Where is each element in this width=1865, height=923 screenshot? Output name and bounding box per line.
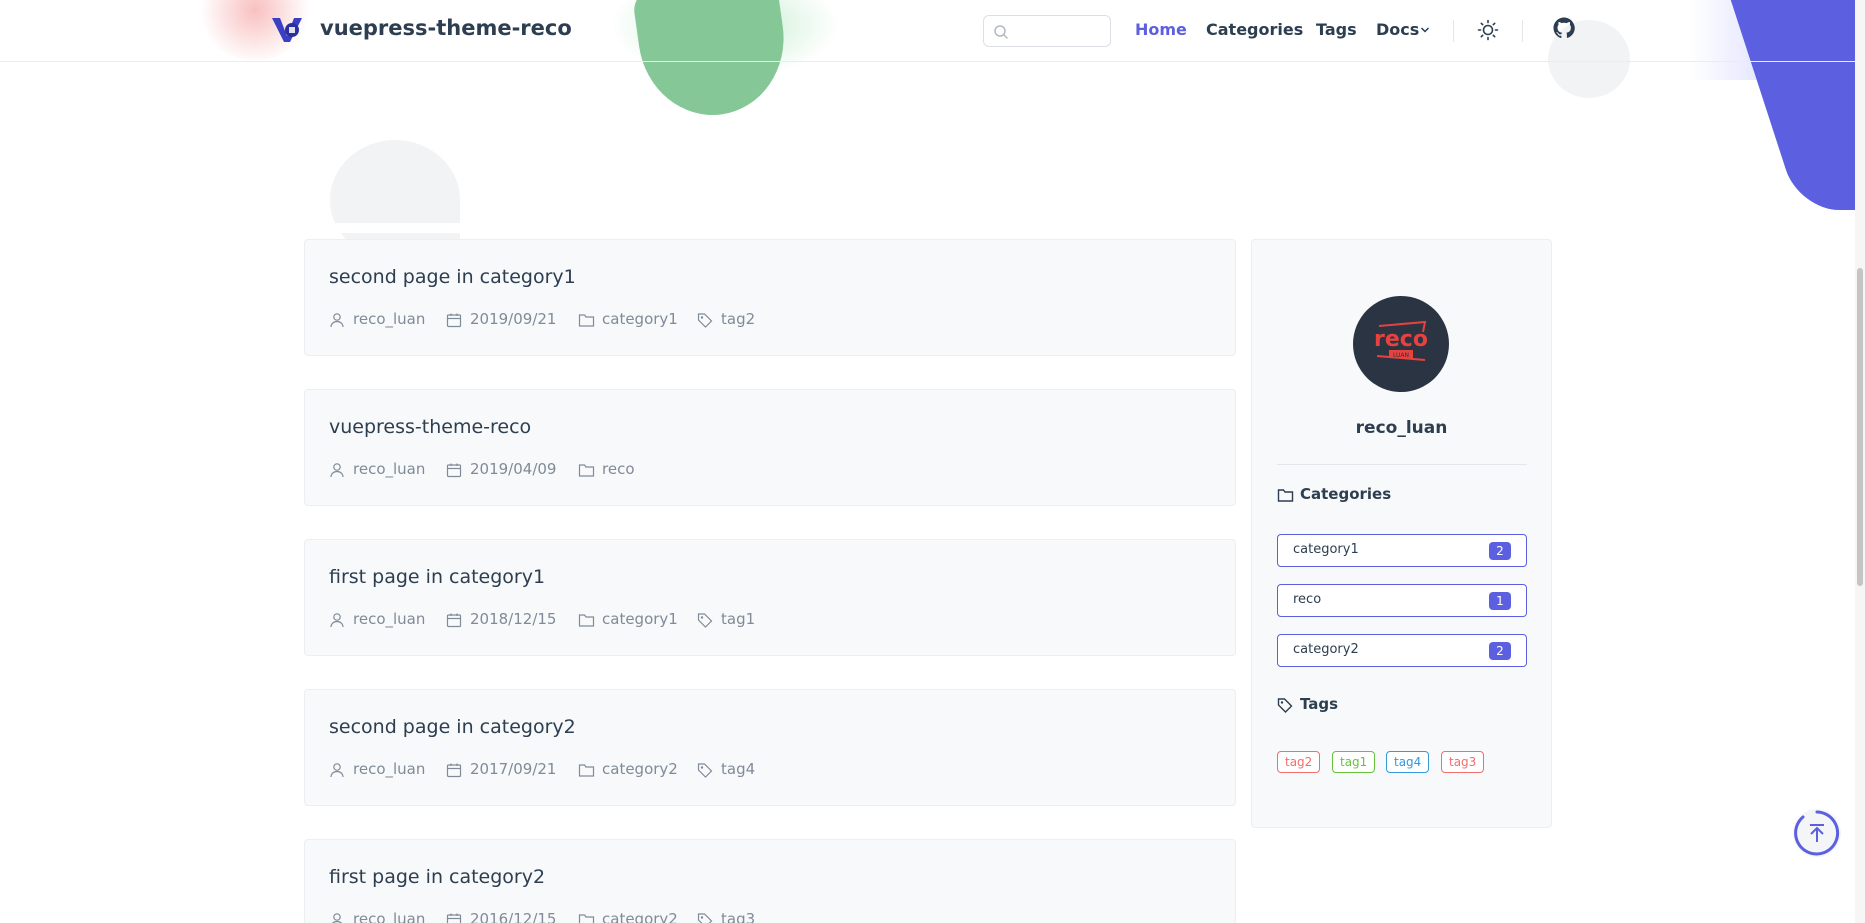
avatar-logo-icon: reco LUAN bbox=[1374, 320, 1428, 361]
nav-categories[interactable]: Categories bbox=[1206, 20, 1303, 39]
category-name: category1 bbox=[1293, 542, 1359, 557]
tag-icon bbox=[697, 913, 713, 923]
tag-chip[interactable]: tag4 bbox=[1386, 751, 1430, 773]
navbar: vuepress-theme-reco Home Categories Tags… bbox=[0, 0, 1865, 62]
folder-icon bbox=[578, 314, 595, 327]
post-tag-label: tag3 bbox=[721, 910, 756, 923]
post-title[interactable]: second page in category1 bbox=[329, 266, 576, 288]
post-category-label: category2 bbox=[602, 760, 678, 778]
search-icon bbox=[994, 25, 1009, 40]
category-name: reco bbox=[1293, 592, 1322, 607]
post-card[interactable]: second page in category2 reco_luan 2017/… bbox=[304, 689, 1236, 806]
tag-icon bbox=[697, 613, 713, 628]
post-tag-label: tag2 bbox=[721, 310, 756, 328]
category-count: 2 bbox=[1489, 542, 1511, 560]
post-category-label: category1 bbox=[602, 310, 678, 328]
logo-icon[interactable] bbox=[270, 14, 304, 44]
author-sidebar: reco LUAN reco_luan Categories category1… bbox=[1251, 239, 1552, 828]
avatar-logo-subtext: LUAN bbox=[1393, 352, 1409, 359]
post-date-label: 2019/09/21 bbox=[470, 310, 557, 328]
tag-icon bbox=[697, 763, 713, 778]
nav-home[interactable]: Home bbox=[1135, 20, 1187, 39]
post-tag-label: tag1 bbox=[721, 610, 756, 628]
post-category-label: reco bbox=[602, 460, 635, 478]
calendar-icon bbox=[446, 613, 462, 628]
categories-heading-label: Categories bbox=[1300, 485, 1392, 503]
tag-chip[interactable]: tag1 bbox=[1332, 751, 1376, 773]
post-card[interactable]: first page in category1 reco_luan 2018/1… bbox=[304, 539, 1236, 656]
nav-docs[interactable]: Docs bbox=[1376, 20, 1419, 39]
user-icon bbox=[330, 763, 344, 778]
post-date-label: 2016/12/15 bbox=[470, 910, 557, 923]
sun-icon[interactable] bbox=[1476, 18, 1500, 42]
back-to-top-button[interactable] bbox=[1793, 809, 1841, 857]
category-item[interactable]: category2 2 bbox=[1277, 634, 1527, 667]
post-author-label: reco_luan bbox=[353, 310, 426, 328]
post-card[interactable]: second page in category1 reco_luan 2019/… bbox=[304, 239, 1236, 356]
post-card[interactable]: vuepress-theme-reco reco_luan 2019/04/09… bbox=[304, 389, 1236, 506]
user-icon bbox=[331, 913, 343, 923]
folder-icon bbox=[578, 914, 595, 923]
site-title[interactable]: vuepress-theme-reco bbox=[320, 16, 572, 40]
post-title[interactable]: first page in category2 bbox=[329, 866, 545, 888]
post-category-label: category1 bbox=[602, 610, 678, 628]
post-category-label: category2 bbox=[602, 910, 678, 923]
calendar-icon bbox=[446, 763, 462, 778]
category-item[interactable]: category1 2 bbox=[1277, 534, 1527, 567]
decor-cutoff bbox=[300, 223, 500, 233]
post-title[interactable]: second page in category2 bbox=[329, 716, 576, 738]
tag-icon bbox=[697, 313, 713, 328]
post-author-label: reco_luan bbox=[353, 910, 426, 923]
chevron-down-icon bbox=[1420, 27, 1430, 33]
avatar: reco LUAN bbox=[1353, 296, 1449, 392]
nav-tags[interactable]: Tags bbox=[1316, 20, 1357, 39]
tag-chip[interactable]: tag2 bbox=[1277, 751, 1321, 773]
post-date-label: 2019/04/09 bbox=[470, 460, 557, 478]
calendar-icon bbox=[446, 313, 462, 328]
post-author-label: reco_luan bbox=[353, 610, 426, 628]
search-box[interactable] bbox=[983, 15, 1111, 47]
search-input[interactable] bbox=[1014, 20, 1106, 42]
tag-chip[interactable]: tag3 bbox=[1441, 751, 1485, 773]
post-author-label: reco_luan bbox=[353, 460, 426, 478]
category-count: 1 bbox=[1489, 592, 1511, 610]
tag-icon bbox=[1277, 698, 1293, 713]
user-icon bbox=[330, 313, 344, 328]
post-date-label: 2018/12/15 bbox=[470, 610, 557, 628]
user-icon bbox=[330, 613, 344, 628]
post-card[interactable]: first page in category2 reco_luan 2016/1… bbox=[304, 839, 1236, 923]
post-title[interactable]: vuepress-theme-reco bbox=[329, 416, 531, 438]
post-tag-label: tag4 bbox=[721, 760, 756, 778]
folder-icon bbox=[578, 614, 595, 627]
folder-icon bbox=[1277, 489, 1294, 502]
calendar-icon bbox=[446, 463, 462, 478]
nav-separator bbox=[1522, 20, 1523, 42]
folder-icon bbox=[578, 764, 595, 777]
avatar-logo-text: reco bbox=[1374, 327, 1428, 352]
nav-docs-label: Docs bbox=[1376, 20, 1420, 39]
author-name: reco_luan bbox=[1355, 418, 1448, 438]
user-icon bbox=[330, 463, 344, 478]
folder-icon bbox=[578, 464, 595, 477]
calendar-icon bbox=[446, 913, 462, 923]
category-count: 2 bbox=[1489, 642, 1511, 660]
arrow-up-icon bbox=[1794, 810, 1840, 856]
scrollbar-thumb[interactable] bbox=[1857, 268, 1863, 586]
post-title[interactable]: first page in category1 bbox=[329, 566, 545, 588]
post-date-label: 2017/09/21 bbox=[470, 760, 557, 778]
divider bbox=[1277, 464, 1527, 465]
github-icon[interactable] bbox=[1552, 16, 1576, 40]
tags-heading-label: Tags bbox=[1300, 695, 1339, 713]
post-author-label: reco_luan bbox=[353, 760, 426, 778]
category-item[interactable]: reco 1 bbox=[1277, 584, 1527, 617]
scrollbar[interactable] bbox=[1855, 0, 1865, 923]
nav-separator bbox=[1453, 20, 1454, 42]
category-name: category2 bbox=[1293, 642, 1359, 657]
